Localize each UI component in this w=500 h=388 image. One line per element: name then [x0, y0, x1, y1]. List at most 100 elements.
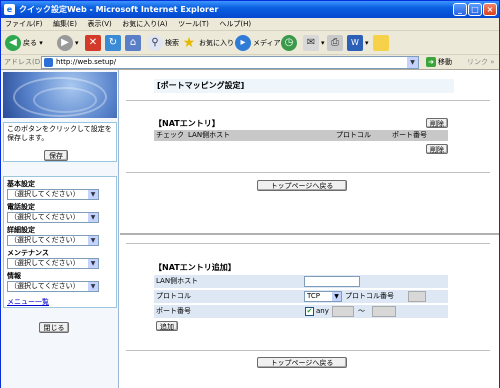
- nav-group-advanced: 詳細設定 （選択してください） ▼: [7, 226, 113, 246]
- home-button[interactable]: ⌂: [125, 34, 143, 52]
- save-button[interactable]: 保存: [44, 150, 68, 161]
- info-select[interactable]: （選択してください） ▼: [7, 281, 99, 292]
- mail-button[interactable]: ✉ ▾: [303, 34, 325, 52]
- port-end-input[interactable]: [372, 306, 396, 317]
- toolbar: ◀ 戻る ▾ ▶ ▾ ✕ ↻ ⌂ ⚲ 検索 ★ お気に入り ▸ メディア ◷ ✉ ▾ ⎙ W…: [1, 31, 499, 55]
- delete-button-bottom[interactable]: 削除: [426, 144, 448, 154]
- history-icon: ◷: [281, 35, 297, 51]
- menu-edit[interactable]: 編集(E): [49, 18, 81, 31]
- back-to-top-button[interactable]: トップページへ戻る: [257, 180, 347, 191]
- phone-settings-select[interactable]: （選択してください） ▼: [7, 212, 99, 223]
- chevron-down-icon: ▼: [88, 190, 98, 199]
- lan-host-row: LAN側ホスト: [154, 275, 448, 288]
- search-button[interactable]: ⚲ 検索: [147, 34, 179, 52]
- menu-favorites[interactable]: お気に入り(A): [118, 18, 171, 31]
- close-button[interactable]: 閉じる: [39, 322, 69, 333]
- close-window-button[interactable]: ×: [483, 3, 497, 16]
- minimize-button[interactable]: _: [453, 3, 467, 16]
- history-button[interactable]: ◷: [281, 34, 299, 52]
- maximize-button[interactable]: □: [468, 3, 482, 16]
- divider: [126, 350, 490, 351]
- menu-bar: ファイル(F) 編集(E) 表示(V) お気に入り(A) ツール(T) ヘルプ(…: [1, 18, 499, 31]
- folder-icon: [373, 35, 389, 51]
- browser-window: e クイック設定Web - Microsoft Internet Explore…: [0, 0, 500, 388]
- nav-group-title: 情報: [7, 272, 21, 280]
- basic-settings-select[interactable]: （選択してください） ▼: [7, 189, 99, 200]
- add-button[interactable]: 追加: [156, 321, 178, 331]
- nat-add-section: 【NATエントリ追加】 LAN側ホスト プロトコル TCP ▼ プロトコル番号 ポ…: [120, 233, 499, 388]
- nat-table-header: チェック LAN側ホスト プロトコル ポート番号: [154, 130, 448, 141]
- col-port: ポート番号: [392, 131, 427, 139]
- any-label: any: [316, 307, 329, 315]
- protocol-number-input[interactable]: [408, 291, 426, 302]
- address-bar: アドレス(D) http://web.setup/ ▼ ➜ 移動 リンク »: [1, 55, 499, 70]
- delete-button-top[interactable]: 削除: [426, 118, 448, 128]
- nav-group-basic: 基本設定 （選択してください） ▼: [7, 180, 113, 200]
- nat-entry-heading: 【NATエントリ】: [154, 119, 220, 128]
- chevron-down-icon: ▼: [88, 259, 98, 268]
- lan-host-input[interactable]: [304, 276, 360, 287]
- menu-view[interactable]: 表示(V): [83, 18, 115, 31]
- favorites-button[interactable]: ★ お気に入り: [181, 34, 234, 52]
- menu-tools[interactable]: ツール(T): [174, 18, 213, 31]
- port-row: ポート番号 ✔ any ～: [154, 305, 448, 318]
- protocol-label: プロトコル: [156, 292, 191, 300]
- window-title: クイック設定Web - Microsoft Internet Explorer: [19, 5, 219, 14]
- media-icon: ▸: [235, 35, 251, 51]
- divider: [126, 243, 490, 244]
- col-protocol: プロトコル: [336, 131, 371, 139]
- word-icon: W: [347, 35, 363, 51]
- chevron-down-icon: ▼: [88, 282, 98, 291]
- mail-icon: ✉: [303, 35, 319, 51]
- port-start-input[interactable]: [332, 306, 354, 317]
- nav-group-phone: 電話設定 （選択してください） ▼: [7, 203, 113, 223]
- save-panel: このボタンをクリックして設定を保存します。 保存: [3, 122, 117, 162]
- back-arrow-icon: ◀: [5, 35, 21, 51]
- divider: [126, 100, 490, 101]
- page-title: [ポートマッピング設定]: [154, 79, 454, 93]
- divider: [126, 172, 490, 173]
- save-description: このボタンをクリックして設定を保存します。: [7, 125, 112, 142]
- sidebar: このボタンをクリックして設定を保存します。 保存 基本設定 （選択してください）…: [1, 70, 119, 388]
- go-button[interactable]: ➜ 移動: [426, 56, 452, 68]
- nav-group-info: 情報 （選択してください） ▼: [7, 272, 113, 292]
- address-label: アドレス(D): [4, 58, 43, 66]
- col-check: チェック: [156, 131, 184, 139]
- menu-help[interactable]: ヘルプ(H): [215, 18, 255, 31]
- nav-group-maintenance: メンテナンス （選択してください） ▼: [7, 249, 113, 269]
- address-url: http://web.setup/: [56, 58, 117, 66]
- star-icon: ★: [182, 35, 196, 51]
- menu-file[interactable]: ファイル(F): [1, 18, 47, 31]
- page-content: このボタンをクリックして設定を保存します。 保存 基本設定 （選択してください）…: [1, 70, 499, 388]
- search-icon: ⚲: [147, 35, 163, 51]
- chevron-down-icon: ▼: [88, 213, 98, 222]
- stop-icon: ✕: [85, 35, 101, 51]
- address-input[interactable]: http://web.setup/ ▼: [41, 56, 419, 69]
- advanced-settings-select[interactable]: （選択してください） ▼: [7, 235, 99, 246]
- protocol-row: プロトコル TCP ▼ プロトコル番号: [154, 290, 448, 303]
- menu-list-link[interactable]: メニュー一覧: [7, 297, 49, 307]
- settings-nav: 基本設定 （選択してください） ▼ 電話設定 （選択してください） ▼ 詳細設定 （…: [3, 176, 117, 308]
- refresh-button[interactable]: ↻: [105, 34, 123, 52]
- logo-banner: [3, 72, 117, 118]
- print-icon: ⎙: [327, 35, 343, 51]
- go-arrow-icon: ➜: [426, 57, 436, 67]
- title-bar: e クイック設定Web - Microsoft Internet Explore…: [1, 1, 499, 18]
- col-lan-host: LAN側ホスト: [188, 131, 231, 139]
- print-button[interactable]: ⎙: [327, 34, 345, 52]
- maintenance-select[interactable]: （選択してください） ▼: [7, 258, 99, 269]
- any-checkbox[interactable]: ✔: [305, 307, 314, 316]
- links-button[interactable]: リンク »: [467, 56, 495, 68]
- ie-app-icon: e: [4, 4, 15, 15]
- page-icon: [44, 58, 53, 67]
- media-button[interactable]: ▸ メディア: [235, 34, 281, 52]
- address-dropdown-icon[interactable]: ▼: [407, 57, 418, 68]
- edit-button[interactable]: W ▾: [347, 34, 369, 52]
- back-button[interactable]: ◀ 戻る ▾: [5, 34, 43, 52]
- forward-button[interactable]: ▶ ▾: [57, 34, 79, 52]
- refresh-icon: ↻: [105, 35, 121, 51]
- messenger-button[interactable]: [373, 34, 391, 52]
- back-to-top-button-2[interactable]: トップページへ戻る: [257, 357, 347, 368]
- stop-button[interactable]: ✕: [85, 34, 103, 52]
- protocol-select[interactable]: TCP ▼: [304, 291, 342, 302]
